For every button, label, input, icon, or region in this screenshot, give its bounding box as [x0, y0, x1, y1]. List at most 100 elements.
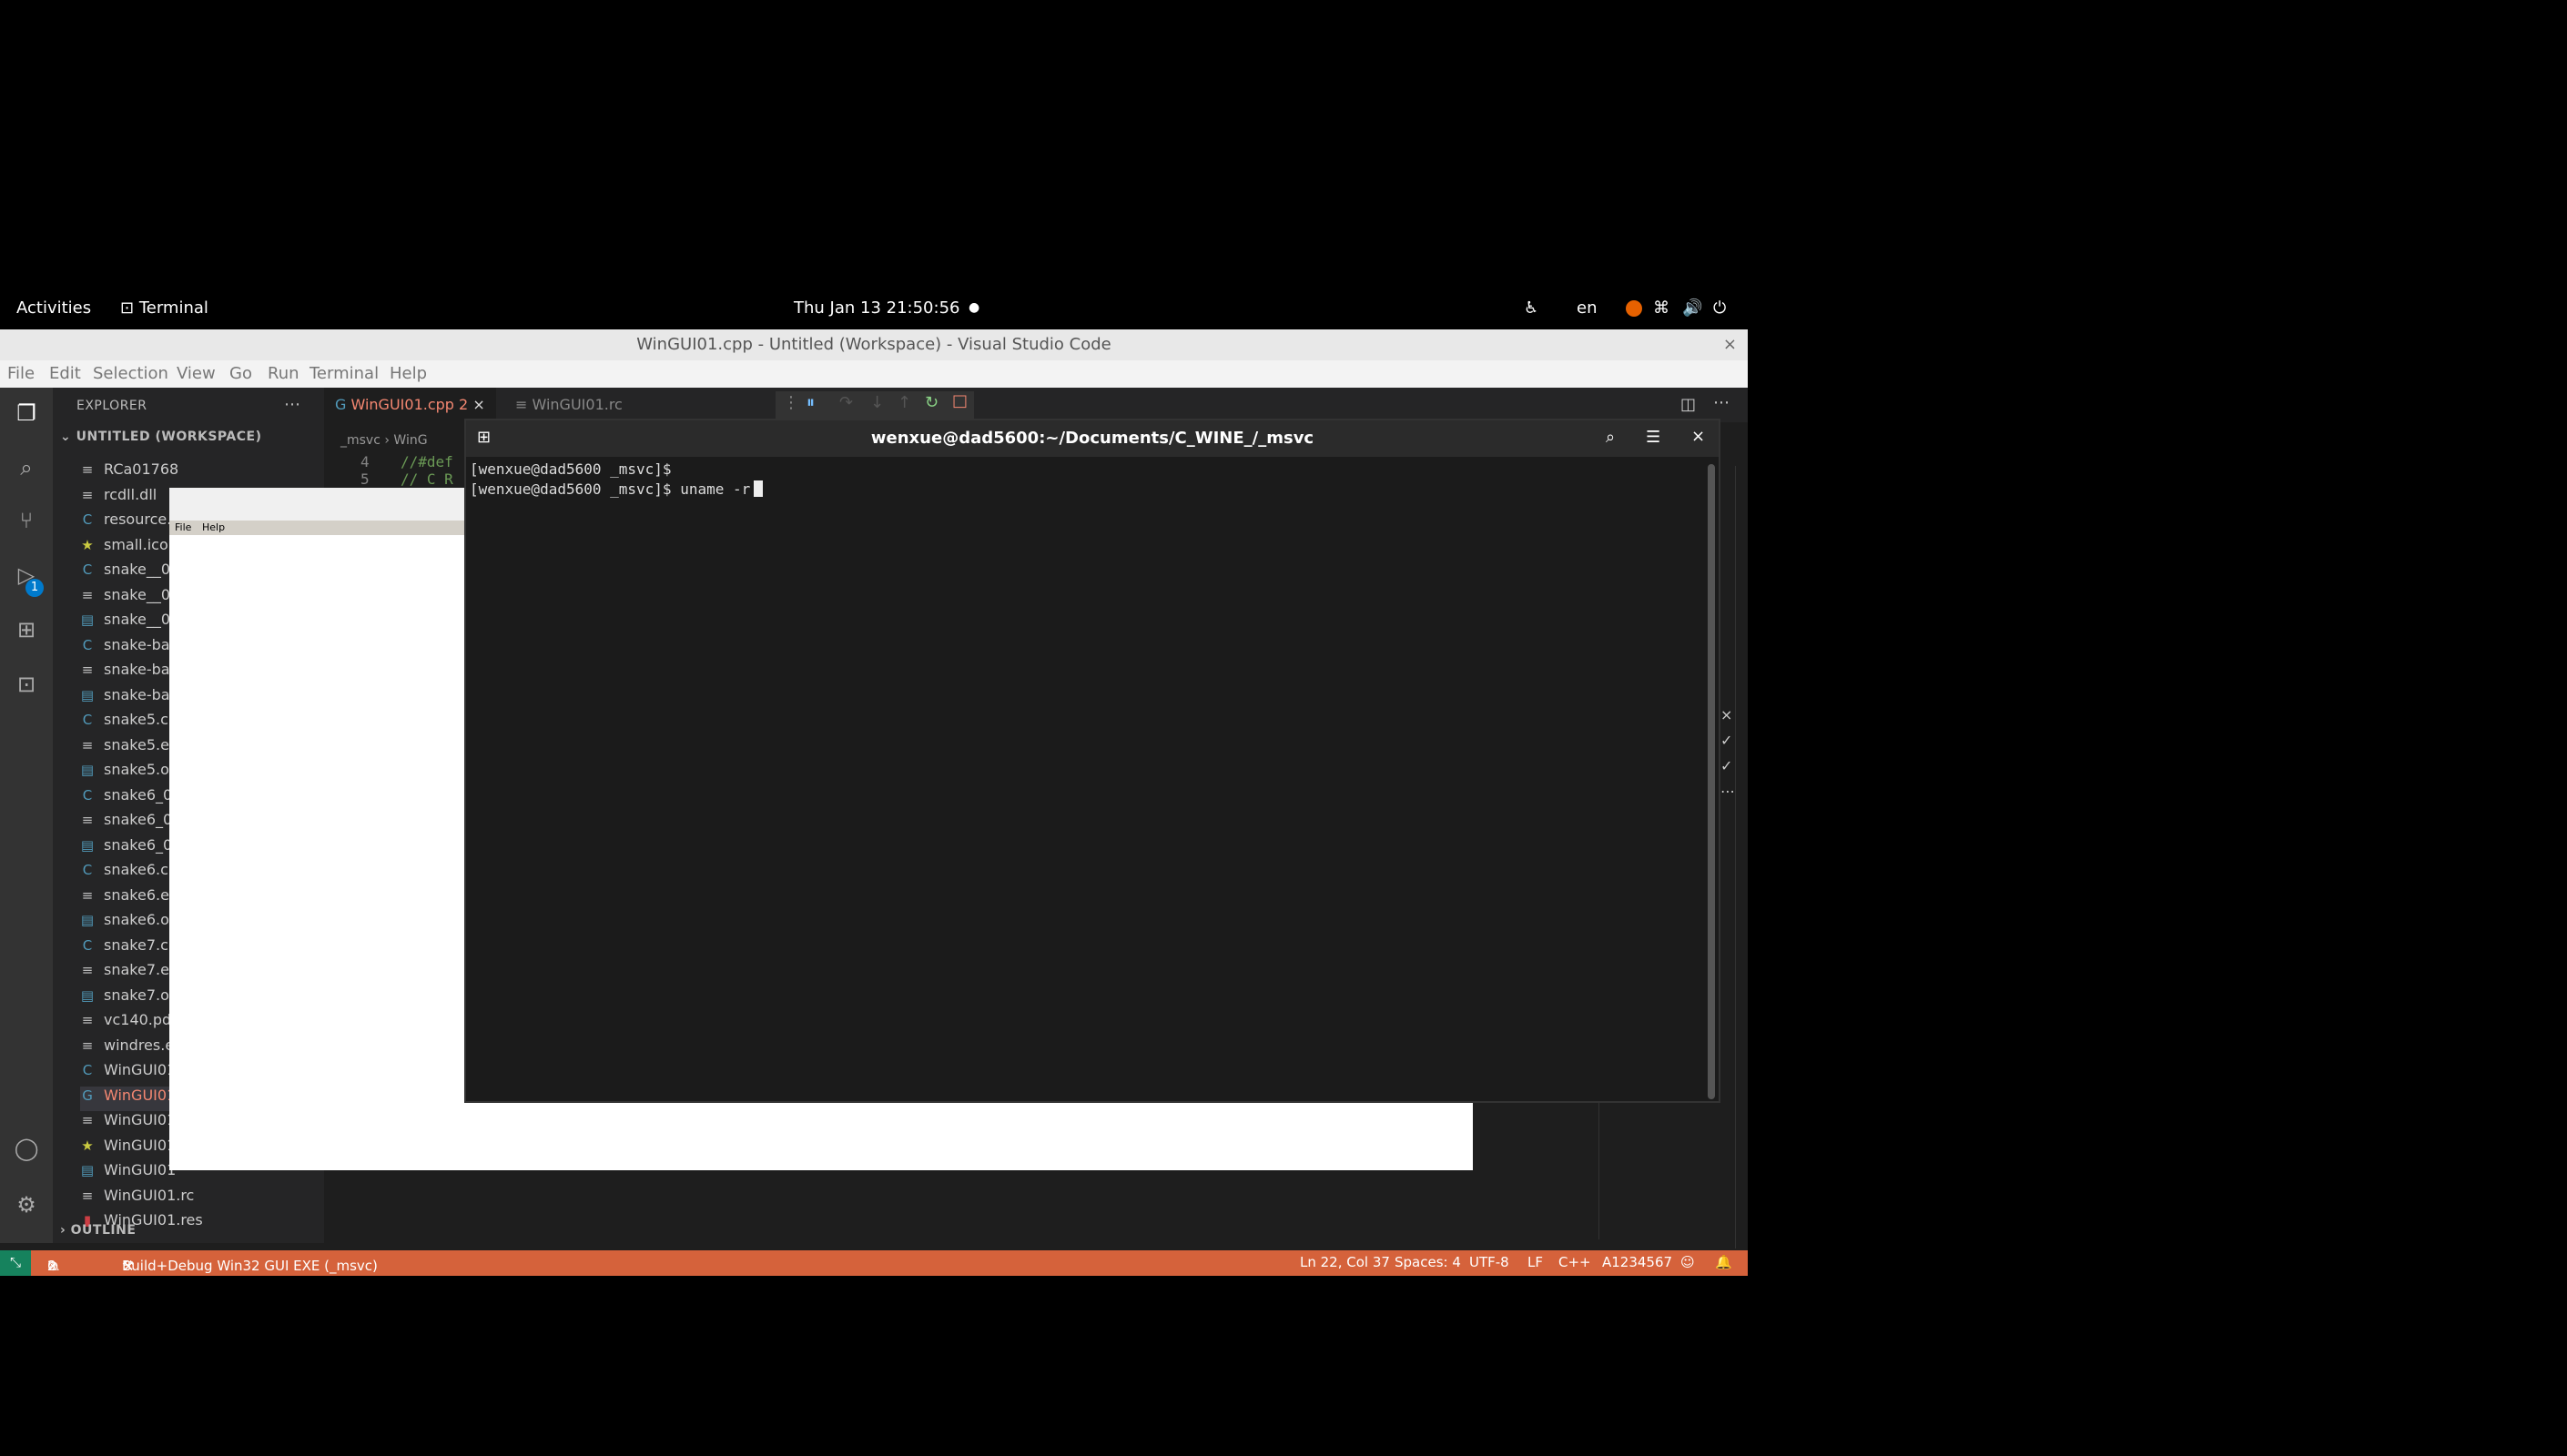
- file-item[interactable]: ≡ snake5.ex: [80, 736, 178, 761]
- file-item[interactable]: Csnake6.c: [80, 861, 168, 885]
- more-icon[interactable]: ⋯: [1720, 779, 1735, 804]
- file-name: snake__00: [104, 585, 180, 603]
- file-item[interactable]: ★ WinGUI01: [80, 1137, 176, 1161]
- pause-icon[interactable]: ⏸: [807, 393, 815, 412]
- file-item[interactable]: ▤ snake5.ob: [80, 761, 178, 785]
- step-over-icon[interactable]: ↷: [839, 393, 853, 412]
- file-item[interactable]: ▤ snake6.ob: [80, 911, 178, 935]
- file-item[interactable]: ≡ rcdll.dll: [80, 486, 157, 511]
- file-item[interactable]: ≡ RCa01768: [80, 460, 179, 485]
- remote-explorer-icon[interactable]: ⊡: [12, 670, 41, 699]
- close-icon[interactable]: ×: [1720, 703, 1735, 728]
- terminal-output[interactable]: [wenxue@dad5600 _msvc]$ [wenxue@dad5600 …: [470, 460, 1699, 1097]
- file-item[interactable]: Csnake__00: [80, 561, 179, 585]
- check-icon[interactable]: ✓: [1720, 728, 1735, 753]
- extensions-icon[interactable]: ⊞: [12, 615, 41, 644]
- file-item[interactable]: ▤ snake6_0: [80, 836, 172, 861]
- encoding[interactable]: UTF-8: [1469, 1254, 1509, 1270]
- terminal-scrollbar[interactable]: [1708, 464, 1715, 1099]
- step-into-icon[interactable]: ↓: [870, 393, 884, 412]
- search-icon[interactable]: ⌕: [1606, 428, 1615, 447]
- file-item[interactable]: ≡ WinGUI01: [80, 1111, 177, 1136]
- explorer-icon[interactable]: ❐: [12, 399, 41, 428]
- menu-file[interactable]: File: [7, 364, 35, 383]
- file-item[interactable]: Csnake-bac: [80, 636, 178, 661]
- file-item[interactable]: Csnake7.c: [80, 936, 168, 961]
- volume-icon[interactable]: 🔊: [1682, 298, 1702, 318]
- file-item[interactable]: ≡ snake__00: [80, 586, 179, 611]
- file-item[interactable]: ▤ WinGUI01: [80, 1161, 176, 1186]
- menu-go[interactable]: Go: [229, 364, 252, 383]
- feedback-icon[interactable]: ☺: [1680, 1254, 1695, 1270]
- breadcrumb-folder[interactable]: _msvc: [340, 433, 380, 448]
- file-item[interactable]: C WinGUI01: [80, 1061, 177, 1086]
- recording-indicator-icon[interactable]: [1626, 300, 1642, 317]
- file-item[interactable]: ≡ snake6.ex: [80, 886, 178, 911]
- hamburger-menu-icon[interactable]: ☰: [1646, 428, 1660, 447]
- stop-icon[interactable]: □: [952, 391, 968, 410]
- power-icon[interactable]: ⏻: [1713, 298, 1726, 318]
- file-item[interactable]: ★ small.ico: [80, 536, 167, 561]
- file-item[interactable]: ▤ snake-bac: [80, 686, 178, 711]
- split-editor-icon[interactable]: ◫: [1680, 395, 1696, 414]
- code-view[interactable]: 4//#def 5// C R: [360, 453, 453, 488]
- editor-more-icon[interactable]: ⋯: [1713, 393, 1730, 412]
- close-icon[interactable]: ×: [1723, 329, 1737, 360]
- file-item[interactable]: ▤ snake7.ob: [80, 986, 178, 1011]
- account-icon[interactable]: ◯: [12, 1134, 41, 1163]
- menu-edit[interactable]: Edit: [49, 364, 81, 383]
- wine-menu-file[interactable]: File: [175, 521, 191, 533]
- file-item[interactable]: Csnake6_0: [80, 786, 172, 811]
- language-mode[interactable]: C++: [1558, 1254, 1591, 1270]
- user-id[interactable]: A1234567: [1602, 1254, 1672, 1270]
- activities-button[interactable]: Activities: [16, 298, 91, 318]
- file-item[interactable]: ≡ WinGUI01.rc: [80, 1187, 195, 1211]
- close-icon[interactable]: ×: [1691, 427, 1705, 446]
- line-ending[interactable]: LF: [1527, 1254, 1543, 1270]
- outline-section[interactable]: › OUTLINE: [60, 1223, 136, 1238]
- file-item[interactable]: ≡ snake6_0: [80, 811, 172, 835]
- step-out-icon[interactable]: ↑: [898, 393, 911, 412]
- clock[interactable]: Thu Jan 13 21:50:56: [794, 298, 959, 318]
- source-control-icon[interactable]: ⑂: [12, 506, 41, 535]
- bell-icon[interactable]: 🔔: [1715, 1254, 1732, 1270]
- breadcrumb-file[interactable]: WinG: [393, 433, 427, 448]
- check-icon[interactable]: ✓: [1720, 753, 1735, 779]
- terminal-window[interactable]: ⊞ wenxue@dad5600:~/Documents/C_WINE_/_ms…: [464, 419, 1720, 1103]
- indentation[interactable]: Spaces: 4: [1395, 1254, 1461, 1270]
- tab-label: WinGUI01.cpp: [350, 396, 454, 413]
- file-item[interactable]: ▤ snake__00: [80, 611, 179, 635]
- file-item[interactable]: ≡ snake7.ex: [80, 961, 178, 986]
- language-indicator[interactable]: en: [1577, 298, 1597, 318]
- tab-close-icon[interactable]: ×: [472, 396, 484, 413]
- remote-icon[interactable]: ⤡: [0, 1250, 31, 1276]
- search-icon[interactable]: ⌕: [12, 453, 41, 482]
- terminal-app-menu[interactable]: ⊡ Terminal: [120, 298, 208, 318]
- file-item[interactable]: G WinGUI01: [80, 1086, 177, 1111]
- menu-terminal[interactable]: Terminal: [309, 364, 379, 383]
- wine-menu-help[interactable]: Help: [202, 521, 225, 533]
- terminal-headerbar[interactable]: ⊞ wenxue@dad5600:~/Documents/C_WINE_/_ms…: [466, 420, 1719, 457]
- more-actions-icon[interactable]: ⋯: [284, 395, 301, 414]
- menu-help[interactable]: Help: [390, 364, 427, 383]
- file-item[interactable]: ≡ snake-bac: [80, 661, 178, 685]
- file-type-icon: ≡: [81, 486, 94, 503]
- file-item[interactable]: Cresource.h: [80, 511, 181, 535]
- drag-handle-icon[interactable]: ⋮: [783, 393, 799, 412]
- menu-run[interactable]: Run: [268, 364, 299, 383]
- file-item[interactable]: Csnake5.c: [80, 711, 168, 735]
- file-type-icon: ▤: [80, 762, 95, 778]
- tab-wingui01-cpp[interactable]: G WinGUI01.cpp 2 ×: [324, 388, 496, 422]
- workspace-section[interactable]: ⌄ UNTITLED (WORKSPACE): [60, 430, 261, 444]
- menu-view[interactable]: View: [177, 364, 216, 383]
- cursor-position[interactable]: Ln 22, Col 37: [1300, 1254, 1390, 1270]
- menu-selection[interactable]: Selection: [93, 364, 168, 383]
- file-item[interactable]: ≡ vc140.pdb: [80, 1011, 181, 1036]
- network-icon[interactable]: ⌘: [1653, 298, 1669, 318]
- tab-wingui01-rc[interactable]: ≡ WinGUI01.rc: [504, 388, 634, 422]
- restart-icon[interactable]: ↻: [925, 393, 939, 412]
- file-item[interactable]: ≡ windres.ex: [80, 1036, 183, 1061]
- accessibility-icon[interactable]: ♿: [1524, 298, 1538, 318]
- settings-gear-icon[interactable]: ⚙: [12, 1190, 41, 1219]
- window-titlebar[interactable]: WinGUI01.cpp - Untitled (Workspace) - Vi…: [0, 329, 1748, 360]
